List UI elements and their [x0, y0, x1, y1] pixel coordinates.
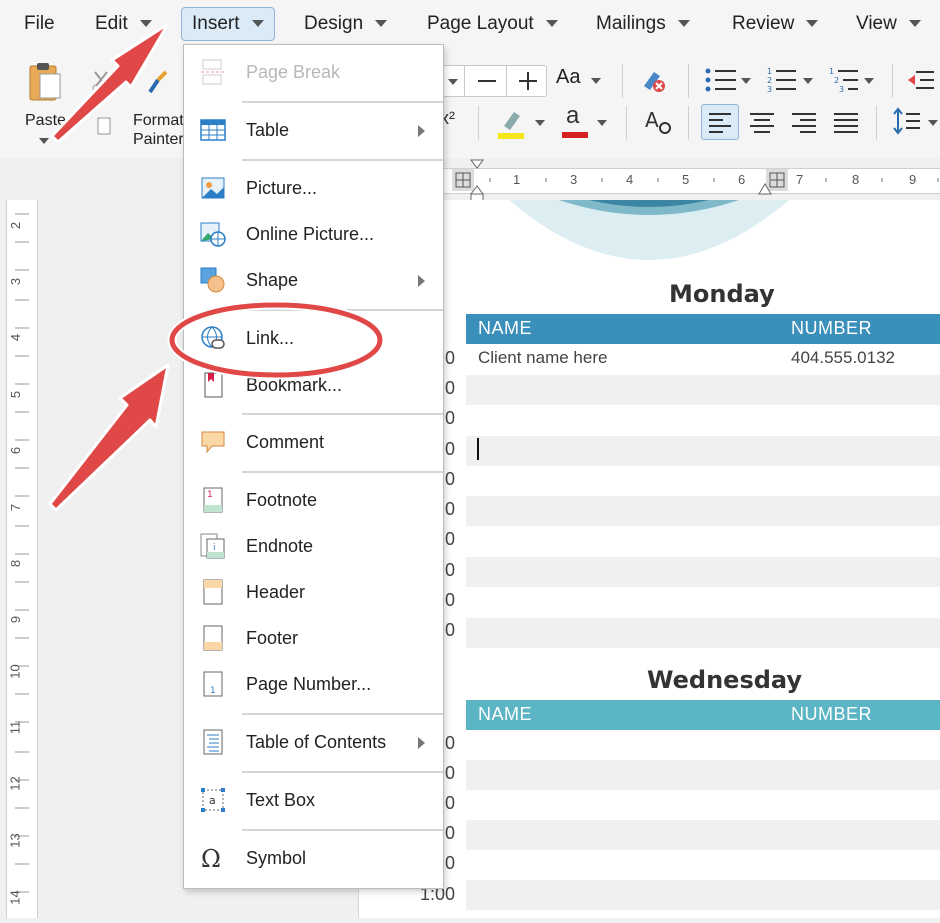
annotation-circle-link [169, 302, 383, 378]
annotation-arrow-link [48, 363, 170, 512]
annotation-overlay [48, 22, 385, 512]
annotation-arrow-insert [50, 22, 170, 144]
